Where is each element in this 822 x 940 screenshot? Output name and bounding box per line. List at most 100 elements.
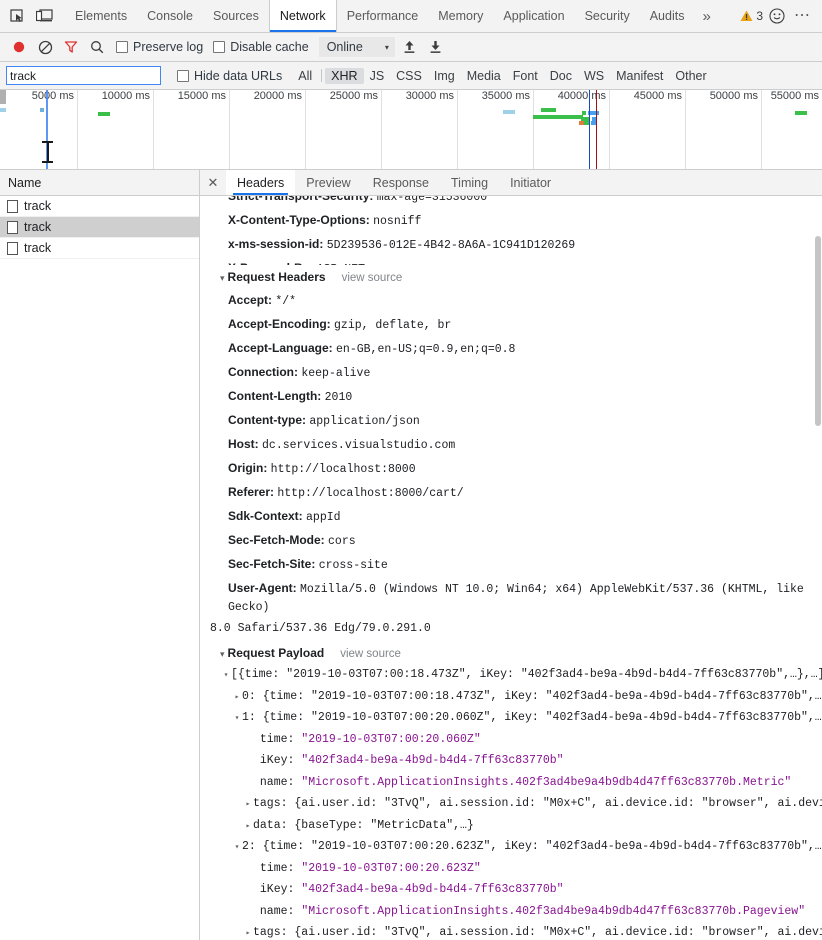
request-detail-pane: ✕ Headers Preview Response Timing Initia… [200, 170, 822, 940]
throttling-select[interactable]: Online ▾ [319, 37, 395, 57]
payload-text: tags: {ai.user.id: "3TvQ", ai.session.id… [253, 926, 822, 939]
filter-type-other[interactable]: Other [669, 68, 712, 84]
chevron-down-icon[interactable]: ▾ [221, 666, 231, 687]
payload-tree-row[interactable]: name: "Microsoft.ApplicationInsights.402… [210, 773, 822, 795]
request-row[interactable]: track [0, 196, 199, 217]
network-overview-timeline[interactable]: 5000 ms10000 ms15000 ms20000 ms25000 ms3… [0, 90, 822, 170]
device-toolbar-icon[interactable] [31, 0, 58, 32]
filter-type-media[interactable]: Media [461, 68, 507, 84]
filter-type-img[interactable]: Img [428, 68, 461, 84]
tab-label: Performance [347, 9, 419, 23]
header-name: Accept-Encoding: [228, 317, 331, 331]
tab-headers[interactable]: Headers [226, 170, 295, 195]
filter-input[interactable] [6, 66, 161, 85]
tree-spacer [243, 881, 253, 902]
payload-tree-row[interactable]: ▾2: {time: "2019-10-03T07:00:20.623Z", i… [210, 837, 822, 859]
payload-value: "402f3ad4-be9a-4b9d-b4d4-7ff63c83770b" [301, 754, 563, 767]
tab-elements[interactable]: Elements [65, 0, 137, 32]
filter-type-doc[interactable]: Doc [544, 68, 578, 84]
disable-cache-checkbox[interactable]: Disable cache [213, 40, 309, 54]
view-source-link[interactable]: view source [340, 648, 401, 660]
tab-initiator[interactable]: Initiator [499, 170, 562, 195]
payload-tree-row[interactable]: ▸0: {time: "2019-10-03T07:00:18.473Z", i… [210, 687, 822, 709]
filter-type-css[interactable]: CSS [390, 68, 428, 84]
tab-response[interactable]: Response [362, 170, 440, 195]
warning-badge[interactable]: 3 [740, 9, 763, 23]
import-har-button[interactable] [397, 34, 423, 60]
payload-tree-row[interactable]: ▸data: {baseType: "MetricData",…} [210, 816, 822, 838]
chevron-down-icon[interactable]: ▾ [232, 838, 242, 859]
detail-scrollbar-thumb[interactable] [815, 236, 821, 426]
chevron-right-icon[interactable]: ▸ [232, 688, 242, 709]
payload-tree-row[interactable]: time: "2019-10-03T07:00:20.060Z" [210, 730, 822, 752]
feedback-smiley-icon[interactable] [769, 8, 785, 24]
tab-console[interactable]: Console [137, 0, 203, 32]
main-menu-icon[interactable]: ⋯ [791, 11, 814, 21]
filter-type-font[interactable]: Font [507, 68, 544, 84]
timeline-request-bar [40, 108, 44, 112]
tab-label: Memory [438, 9, 483, 23]
payload-tree-row[interactable]: name: "Microsoft.ApplicationInsights.402… [210, 902, 822, 924]
inspect-element-icon[interactable] [4, 0, 31, 32]
header-name: x-ms-session-id: [228, 237, 323, 251]
request-headers-section-header[interactable]: ▾Request Headers view source [210, 265, 822, 289]
payload-text: tags: {ai.user.id: "3TvQ", ai.session.id… [253, 797, 822, 810]
tab-performance[interactable]: Performance [337, 0, 429, 32]
filter-type-xhr[interactable]: XHR [325, 68, 363, 84]
request-row[interactable]: track [0, 217, 199, 238]
header-value: application/json [309, 415, 419, 428]
payload-key: name: [253, 776, 301, 789]
request-payload-section-header[interactable]: ▾Request Payload view source [210, 641, 822, 665]
chevron-down-icon: ▾ [385, 43, 389, 52]
chevron-down-icon[interactable]: ▾ [232, 709, 242, 730]
search-icon[interactable] [84, 34, 110, 60]
close-icon[interactable]: ✕ [200, 170, 226, 195]
timeline-tick-label: 35000 ms [482, 90, 530, 102]
payload-key: iKey: [253, 754, 301, 767]
request-list-header[interactable]: Name [0, 170, 199, 196]
filter-type-all[interactable]: All [292, 68, 318, 84]
tab-sources[interactable]: Sources [203, 0, 269, 32]
tab-application[interactable]: Application [493, 0, 574, 32]
payload-tree-row[interactable]: ▸tags: {ai.user.id: "3TvQ", ai.session.i… [210, 794, 822, 816]
hide-data-urls-checkbox[interactable]: Hide data URLs [177, 69, 282, 83]
payload-tree-row[interactable]: iKey: "402f3ad4-be9a-4b9d-b4d4-7ff63c837… [210, 880, 822, 902]
tab-preview[interactable]: Preview [295, 170, 361, 195]
payload-tree-row[interactable]: ▾[{time: "2019-10-03T07:00:18.473Z", iKe… [210, 665, 822, 687]
tab-audits[interactable]: Audits [640, 0, 695, 32]
filter-button[interactable] [58, 34, 84, 60]
payload-tree-row[interactable]: time: "2019-10-03T07:00:20.623Z" [210, 859, 822, 881]
request-header-row: Accept-Encoding: gzip, deflate, br [210, 313, 822, 337]
more-tabs-chevron-icon[interactable]: » [694, 0, 718, 32]
filter-type-js[interactable]: JS [364, 68, 391, 84]
tab-network[interactable]: Network [269, 0, 337, 32]
clear-button[interactable] [32, 34, 58, 60]
view-source-link[interactable]: view source [342, 272, 403, 284]
response-header-row: X-Powered-By: ASP.NET [210, 257, 822, 265]
header-name: X-Content-Type-Options: [228, 213, 370, 227]
preserve-log-checkbox[interactable]: Preserve log [116, 40, 203, 54]
request-payload-tree: ▾[{time: "2019-10-03T07:00:18.473Z", iKe… [210, 665, 822, 940]
filter-type-manifest[interactable]: Manifest [610, 68, 669, 84]
overview-left-handle[interactable] [0, 90, 6, 104]
payload-tree-row[interactable]: ▸tags: {ai.user.id: "3TvQ", ai.session.i… [210, 923, 822, 940]
timeline-event-line [596, 90, 597, 170]
record-button[interactable] [6, 34, 32, 60]
payload-tree-row[interactable]: ▾1: {time: "2019-10-03T07:00:20.060Z", i… [210, 708, 822, 730]
payload-tree-row[interactable]: iKey: "402f3ad4-be9a-4b9d-b4d4-7ff63c837… [210, 751, 822, 773]
chevron-right-icon[interactable]: ▸ [243, 924, 253, 940]
timeline-tick: 15000 ms [229, 90, 230, 170]
header-value: nosniff [373, 215, 421, 228]
export-har-button[interactable] [423, 34, 449, 60]
filter-type-ws[interactable]: WS [578, 68, 610, 84]
payload-value: "402f3ad4-be9a-4b9d-b4d4-7ff63c83770b" [301, 883, 563, 896]
tab-security[interactable]: Security [575, 0, 640, 32]
chevron-right-icon[interactable]: ▸ [243, 817, 253, 838]
checkbox-box [213, 41, 225, 53]
chevron-right-icon[interactable]: ▸ [243, 795, 253, 816]
request-row[interactable]: track [0, 238, 199, 259]
request-list: Name tracktracktrack [0, 170, 200, 940]
tab-memory[interactable]: Memory [428, 0, 493, 32]
tab-timing[interactable]: Timing [440, 170, 499, 195]
header-name: Origin: [228, 461, 267, 475]
